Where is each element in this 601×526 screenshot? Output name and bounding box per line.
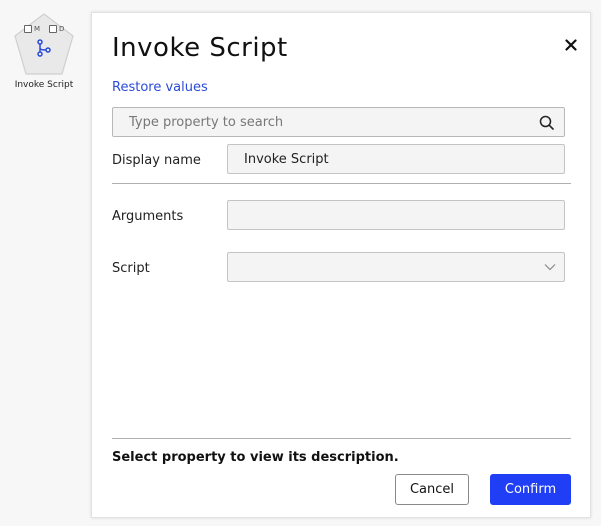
arguments-field: [227, 200, 565, 230]
chevron-down-icon: [544, 264, 556, 271]
script-dropdown[interactable]: [227, 252, 565, 282]
m-badge: M: [24, 25, 40, 33]
branch-icon: [37, 39, 51, 57]
confirm-button[interactable]: Confirm: [490, 474, 571, 505]
property-description: Select property to view its description.: [112, 450, 399, 465]
close-button[interactable]: [562, 36, 580, 54]
display-name-input[interactable]: [228, 145, 564, 173]
checkbox-icon: [49, 25, 57, 33]
checkbox-icon: [24, 25, 32, 33]
display-name-label: Display name: [112, 153, 201, 168]
display-name-field: [227, 144, 565, 174]
d-badge-label: D: [59, 25, 65, 33]
search-icon[interactable]: [539, 115, 554, 130]
close-icon: [565, 39, 577, 51]
arguments-input[interactable]: [228, 201, 564, 229]
property-search: [112, 107, 565, 137]
dialog-title: Invoke Script: [112, 33, 288, 63]
node-label: Invoke Script: [14, 80, 74, 90]
properties-dialog: Invoke Script Restore values Display nam…: [91, 12, 591, 518]
d-badge: D: [49, 25, 64, 33]
workflow-node[interactable]: M D: [12, 12, 76, 78]
cancel-button[interactable]: Cancel: [395, 474, 469, 505]
search-input[interactable]: [113, 108, 539, 136]
section-divider: [112, 183, 571, 184]
restore-values-link[interactable]: Restore values: [112, 80, 208, 95]
arguments-label: Arguments: [112, 209, 184, 224]
m-badge-label: M: [34, 25, 41, 33]
script-label: Script: [112, 261, 150, 276]
description-divider: [112, 438, 571, 439]
